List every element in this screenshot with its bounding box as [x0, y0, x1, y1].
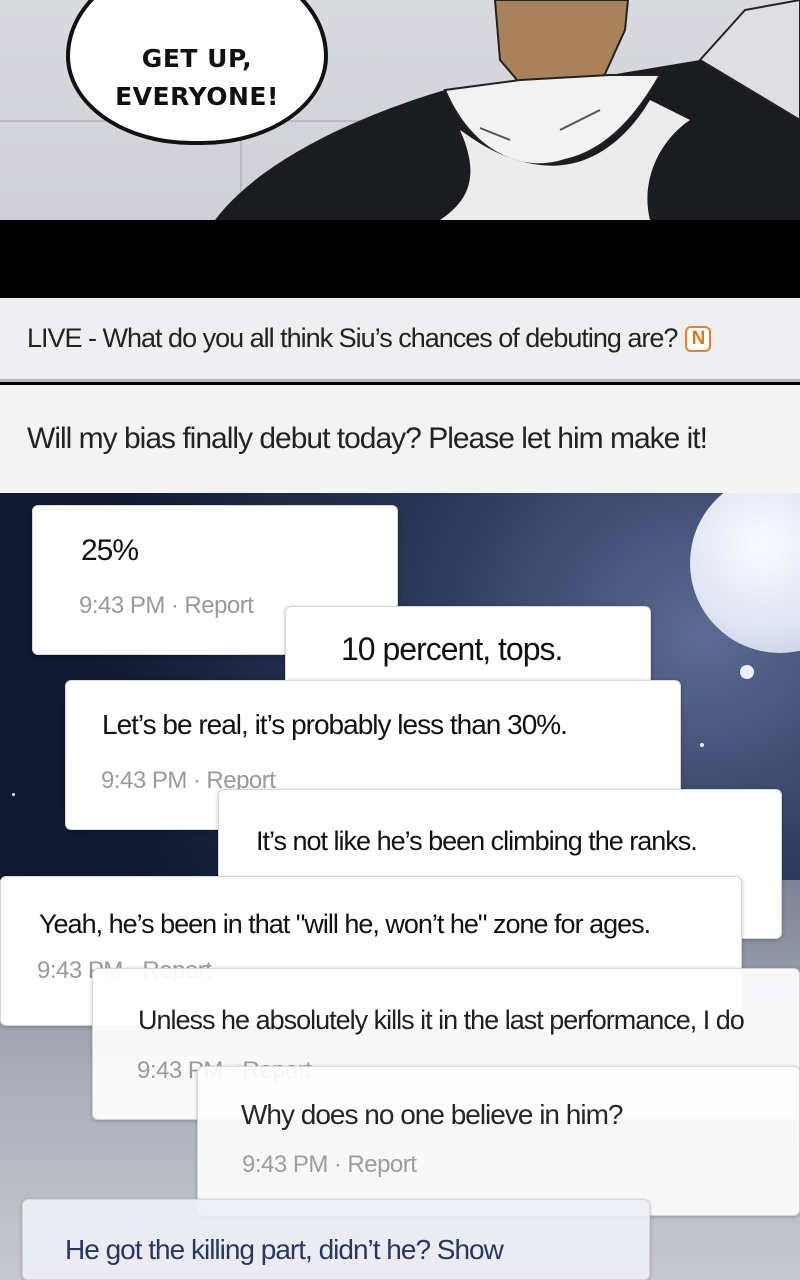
comment-text: It’s not like he’s been climbing the ran…: [256, 826, 698, 856]
live-topic-title[interactable]: LIVE - What do you all think Siu’s chanc…: [27, 323, 678, 354]
comment-time: 9:43 PM: [242, 1151, 328, 1178]
star: [12, 793, 15, 796]
comment-meta: 9:43 PM·Report: [79, 592, 254, 620]
comment-time: 9:43 PM: [79, 592, 165, 619]
question-text: Will my bias finally debut today? Please…: [27, 422, 708, 455]
moon: [690, 493, 800, 653]
speech-bubble-text: GET UP, EVERYONE!: [115, 43, 279, 111]
comic-panel: GET UP, EVERYONE!: [0, 0, 800, 220]
comment-text: Let’s be real, it’s probably less than 3…: [102, 709, 568, 740]
comment-time: 9:43 PM: [101, 767, 187, 794]
new-badge-icon: N: [685, 325, 712, 352]
meta-separator: ·: [192, 767, 201, 794]
live-topic-bar[interactable]: LIVE - What do you all think Siu’s chanc…: [0, 298, 800, 382]
panel-gutter: [0, 220, 800, 298]
star: [740, 665, 754, 679]
report-link[interactable]: Report: [184, 592, 254, 619]
meta-separator: ·: [333, 1151, 342, 1178]
comment-card: Why does no one believe in him? 9:43 PM ·…: [197, 1066, 800, 1216]
comment-text: Why does no one believe in him?: [241, 1099, 623, 1130]
comment-text: 10 percent, tops.: [341, 631, 563, 667]
comment-text: Yeah, he’s been in that "will he, won’t …: [39, 909, 651, 939]
comment-text: Unless he absolutely kills it in the las…: [138, 1005, 745, 1035]
meta-separator: ·: [170, 592, 179, 619]
comment-card: He got the killing part, didn’t he? Show: [22, 1199, 650, 1280]
report-link[interactable]: Report: [347, 1151, 417, 1178]
comment-meta: 9:43 PM·Report: [242, 1151, 417, 1179]
comment-text: 25%: [81, 534, 139, 567]
star: [700, 743, 704, 747]
question-bar: Will my bias finally debut today? Please…: [0, 385, 800, 493]
comment-text: He got the killing part, didn’t he? Show: [65, 1234, 504, 1265]
